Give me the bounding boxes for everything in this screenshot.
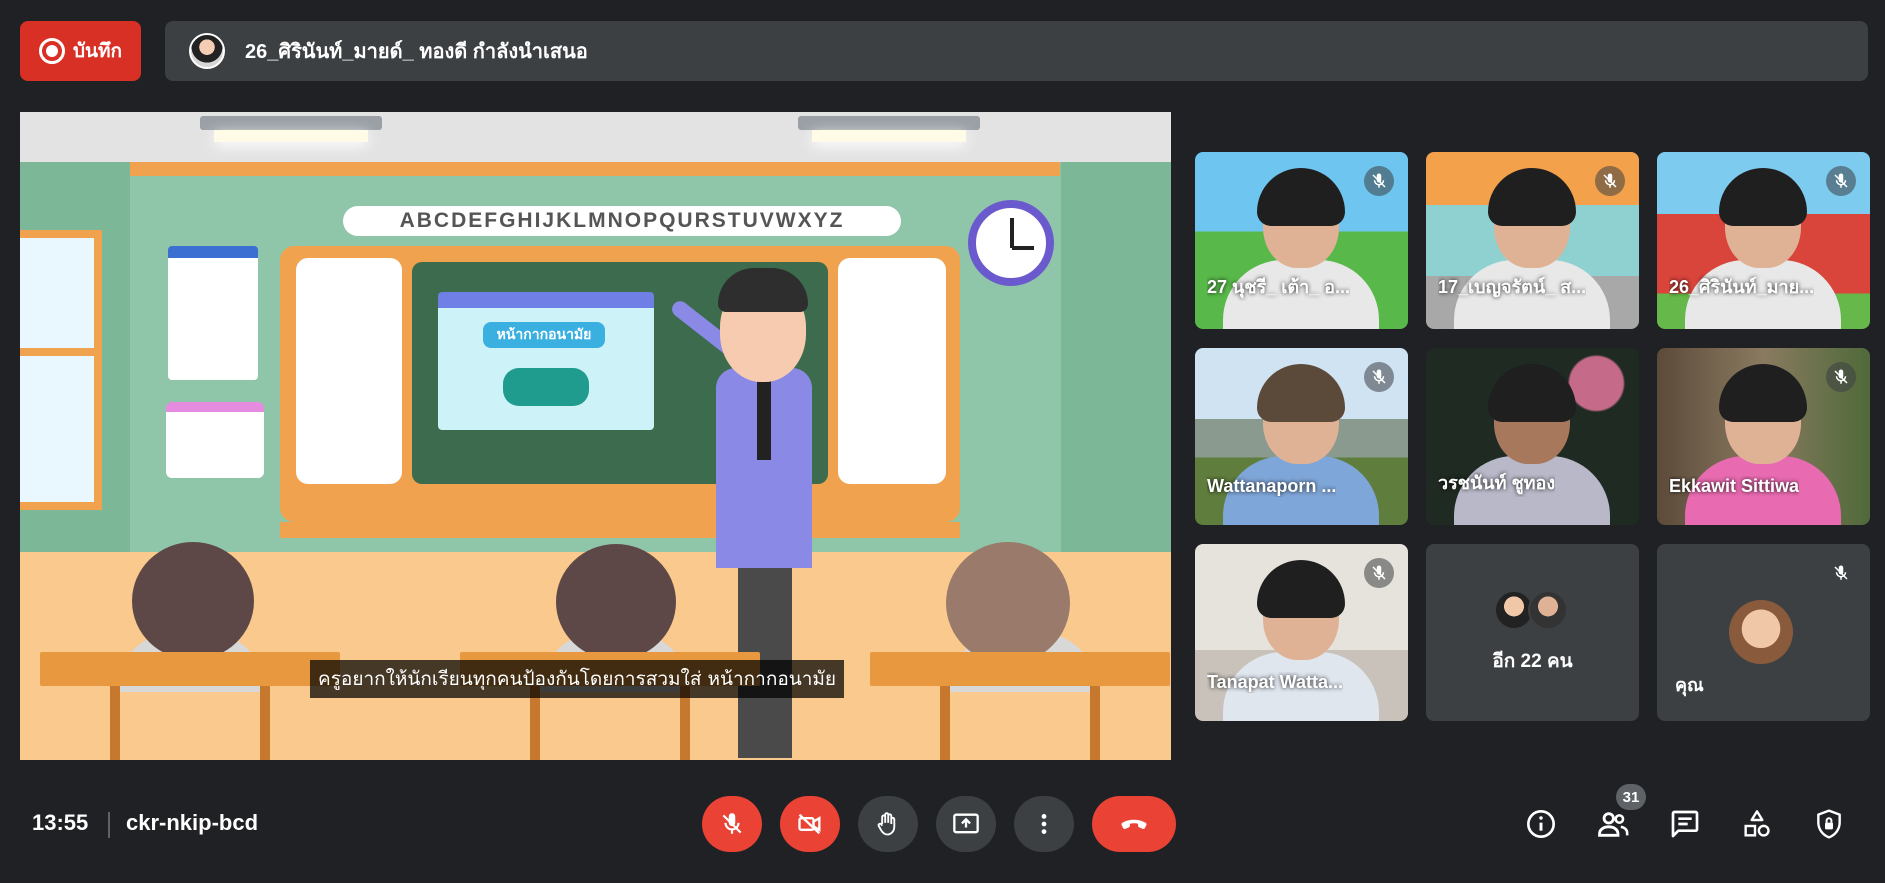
presenting-banner: 26_ศิรินันท์_มายด์_ ทองดี กำลังนำเสนอ <box>165 21 1868 81</box>
more-participants-label: อีก 22 คน <box>1492 651 1573 672</box>
shapes-poster <box>166 402 264 478</box>
activities-icon <box>1744 810 1770 837</box>
avatar <box>1528 590 1568 630</box>
present-screen-icon <box>953 813 979 834</box>
record-icon <box>38 38 65 64</box>
divider <box>108 812 110 838</box>
activities-button[interactable] <box>1739 806 1775 842</box>
presenter-avatar <box>189 33 225 69</box>
mic-off-icon <box>1595 166 1625 196</box>
mic-off-icon <box>1364 362 1394 392</box>
classroom-window <box>20 230 102 510</box>
mic-off-icon <box>1364 558 1394 588</box>
mic-toggle-button[interactable] <box>702 796 762 852</box>
host-controls-button[interactable] <box>1811 806 1847 842</box>
mic-off-icon <box>1826 558 1856 588</box>
present-button[interactable] <box>936 796 996 852</box>
chat-icon <box>1671 810 1699 838</box>
caption-text: ครูอยากให้นักเรียนทุกคนป้องกันโดยการสวมใ… <box>310 660 845 698</box>
ceiling-lamp <box>200 116 382 142</box>
avatar <box>1729 600 1793 664</box>
more-participants-tile[interactable]: อีก 22 คน <box>1426 544 1639 721</box>
record-button[interactable]: บันทึก <box>20 21 141 81</box>
participant-tile[interactable]: วรชนันท์ ชูทอง <box>1426 348 1639 525</box>
leave-call-button[interactable] <box>1092 796 1176 852</box>
host-controls-icon <box>1817 809 1841 839</box>
presentation-screen: ABCDEFGHIJKLMNOPQURSTUVWXYZ หน้ากากอนามั… <box>20 112 1171 760</box>
wall-clock <box>968 200 1054 286</box>
participants-button[interactable] <box>1595 806 1631 842</box>
ceiling-lamp <box>798 116 980 142</box>
more-options-button[interactable] <box>1014 796 1074 852</box>
camera-toggle-button[interactable] <box>780 796 840 852</box>
participant-tile[interactable]: Tanapat Watta... <box>1195 544 1408 721</box>
face-mask-illustration <box>503 368 589 406</box>
raise-hand-icon <box>877 812 896 836</box>
current-time: 13:55 <box>32 810 89 835</box>
calendar-poster <box>168 246 258 380</box>
call-end-icon <box>1121 819 1147 829</box>
self-tile[interactable]: คุณ <box>1657 544 1870 721</box>
mic-off-icon <box>1826 362 1856 392</box>
meeting-code: ckr-nkip-bcd <box>126 810 259 835</box>
participant-name: Ekkawit Sittiwa <box>1669 476 1800 496</box>
mic-off-icon <box>1364 166 1394 196</box>
videocam-off-icon <box>798 813 821 835</box>
meeting-details-button[interactable] <box>1523 806 1559 842</box>
more-avatars <box>1494 590 1568 630</box>
participant-name: 27 นุชรี_ เต้า_ อ... <box>1207 277 1350 297</box>
meet-window: บันทึก 26_ศิรินันท์_มายด์_ ทองดี กำลังนำ… <box>0 0 1885 883</box>
participant-name: วรชนันท์ ชูทอง <box>1438 473 1556 493</box>
participant-tile[interactable]: 17_เบญจรัตน์_ ส... <box>1426 152 1639 329</box>
student-figure <box>132 542 254 660</box>
raise-hand-button[interactable] <box>858 796 918 852</box>
record-label: บันทึก <box>72 41 123 62</box>
presenting-text: 26_ศิรินันท์_มายด์_ ทองดี กำลังนำเสนอ <box>245 41 588 63</box>
chat-button[interactable] <box>1667 806 1703 842</box>
alphabet-banner: ABCDEFGHIJKLMNOPQURSTUVWXYZ <box>343 206 901 236</box>
mask-poster <box>438 292 654 430</box>
info-icon <box>1527 810 1555 838</box>
mic-off-icon <box>722 813 742 834</box>
more-vert-icon <box>1041 814 1047 834</box>
participant-tile[interactable]: Wattanaporn ... <box>1195 348 1408 525</box>
participant-name: Tanapat Watta... <box>1207 672 1344 692</box>
participant-count-badge: 31 <box>1616 784 1646 810</box>
participant-name: 26_ศิรินันท์_มาย... <box>1669 277 1815 297</box>
participant-name: Wattanaporn ... <box>1207 476 1337 496</box>
self-label: คุณ <box>1675 675 1704 695</box>
poster-title: หน้ากากอนามัย <box>483 322 605 348</box>
participant-name: 17_เบญจรัตน์_ ส... <box>1438 277 1587 297</box>
participant-tile[interactable]: Ekkawit Sittiwa <box>1657 348 1870 525</box>
mic-off-icon <box>1826 166 1856 196</box>
student-figure <box>946 542 1070 664</box>
people-icon <box>1598 812 1629 837</box>
student-figure <box>556 544 676 660</box>
participant-tile[interactable]: 27 นุชรี_ เต้า_ อ... <box>1195 152 1408 329</box>
participant-tile[interactable]: 26_ศิรินันท์_มาย... <box>1657 152 1870 329</box>
